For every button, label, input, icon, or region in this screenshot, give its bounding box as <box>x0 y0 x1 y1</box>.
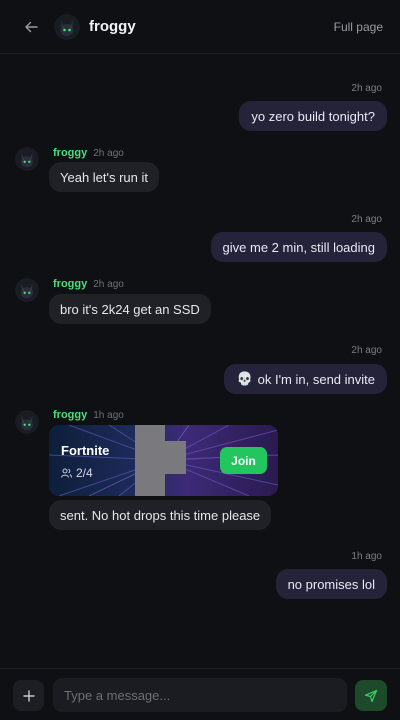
sender-avatar[interactable] <box>15 278 39 302</box>
message-input[interactable] <box>53 678 347 712</box>
outgoing-message: yo zero build tonight? <box>239 101 387 131</box>
message-meta: froggy 2h ago <box>53 278 124 290</box>
incoming-message: sent. No hot drops this time please <box>49 500 272 530</box>
outgoing-message: 💀 ok I'm in, send invite <box>224 364 387 394</box>
skull-emoji: 💀 <box>236 371 253 386</box>
arrow-left-icon <box>25 21 38 33</box>
invite-player-count: 2/4 <box>61 466 93 480</box>
sender-name: froggy <box>53 147 88 159</box>
message-timestamp: 2h ago <box>351 345 382 356</box>
users-icon <box>61 468 72 478</box>
chat-header: froggy Full page <box>0 0 400 54</box>
message-text: sent. No hot drops this time please <box>60 507 261 523</box>
player-count-text: 2/4 <box>76 466 93 480</box>
message-text: yo zero build tonight? <box>251 108 375 124</box>
message-meta: froggy 1h ago <box>53 409 124 421</box>
sender-name: froggy <box>53 278 88 290</box>
message-composer <box>0 668 400 720</box>
contact-name: froggy <box>89 18 136 35</box>
message-timestamp: 2h ago <box>351 214 382 225</box>
add-attachment-button[interactable] <box>13 680 44 711</box>
send-icon <box>364 689 378 702</box>
message-text: bro it's 2k24 get an SSD <box>60 301 200 317</box>
message-text: ok I'm in, send invite <box>257 371 375 387</box>
incoming-message: bro it's 2k24 get an SSD <box>49 294 211 324</box>
message-meta: froggy 2h ago <box>53 147 124 159</box>
plus-icon <box>22 689 35 702</box>
message-text: give me 2 min, still loading <box>222 239 375 255</box>
incoming-message: Yeah let's run it <box>49 162 160 192</box>
outgoing-message: give me 2 min, still loading <box>210 232 387 262</box>
send-button[interactable] <box>355 680 387 711</box>
sender-name: froggy <box>53 409 88 421</box>
message-text: no promises lol <box>287 576 375 592</box>
sender-avatar[interactable] <box>15 147 39 171</box>
message-timestamp: 2h ago <box>351 83 382 94</box>
full-page-link[interactable]: Full page <box>334 20 383 34</box>
invite-game-title: Fortnite <box>61 443 110 458</box>
message-text: Yeah let's run it <box>60 169 149 185</box>
game-invite-card[interactable]: Fortnite 2/4 Join <box>49 425 278 496</box>
join-button[interactable]: Join <box>220 447 267 474</box>
outgoing-message: no promises lol <box>275 569 387 599</box>
message-timestamp: 2h ago <box>93 148 124 159</box>
sender-avatar[interactable] <box>15 410 39 434</box>
contact-avatar[interactable] <box>54 14 80 40</box>
message-timestamp: 2h ago <box>93 279 124 290</box>
back-button[interactable] <box>20 16 42 38</box>
message-timestamp: 1h ago <box>351 551 382 562</box>
message-timestamp: 1h ago <box>93 410 124 421</box>
